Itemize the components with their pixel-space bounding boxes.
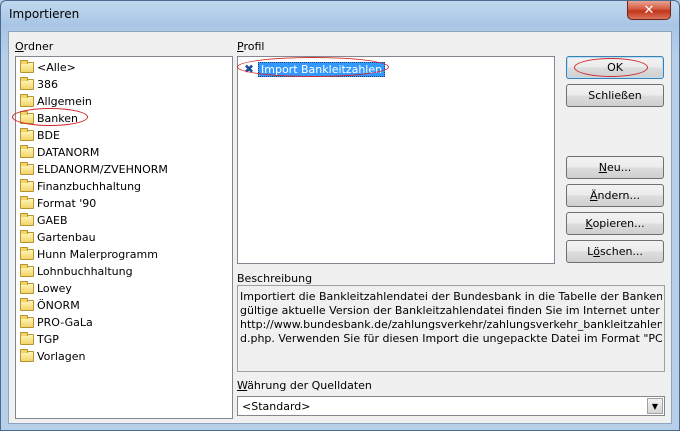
currency-select[interactable]: <Standard> ▼ <box>237 396 665 416</box>
folder-icon <box>20 144 34 158</box>
folder-item-alle[interactable]: <Alle> <box>20 59 76 75</box>
folder-icon <box>20 348 34 362</box>
folder-item-lohnbuchhaltung[interactable]: Lohnbuchhaltung <box>20 263 133 279</box>
folder-icon <box>20 229 34 243</box>
description-line: Importiert die Bankleitzahlendatei der B… <box>240 290 662 303</box>
profile-item-import-bankleitzahlen[interactable]: ✖ Import Bankleitzahlen <box>242 61 386 77</box>
folder-icon <box>20 280 34 294</box>
folder-icon <box>20 212 34 226</box>
folder-item-oenorm[interactable]: ÖNORM <box>20 297 80 313</box>
profile-list-label: Profil <box>237 40 265 53</box>
currency-select-value: <Standard> <box>242 400 311 413</box>
description-box: Importiert die Bankleitzahlendatei der B… <box>237 285 665 372</box>
folder-icon <box>20 297 34 311</box>
folder-icon <box>20 178 34 192</box>
copy-button[interactable]: Kopieren... <box>566 212 664 235</box>
folder-icon <box>20 110 34 124</box>
folder-item-eldanorm[interactable]: ELDANORM/ZVEHNORM <box>20 161 168 177</box>
folder-item-pro-gala[interactable]: PRO-GaLa <box>20 314 93 330</box>
folder-list-label: Ordner <box>15 40 54 53</box>
description-line: gültige aktuelle Version der Bankleitzah… <box>240 304 660 317</box>
folder-icon <box>20 246 34 260</box>
ok-button[interactable]: OK <box>566 56 664 79</box>
folder-icon <box>20 331 34 345</box>
folder-item-lowey[interactable]: Lowey <box>20 280 72 296</box>
folder-icon <box>20 127 34 141</box>
description-label: Beschreibung <box>237 272 313 285</box>
chevron-down-icon[interactable]: ▼ <box>647 398 663 414</box>
folder-item-vorlagen[interactable]: Vorlagen <box>20 348 85 364</box>
folder-icon <box>20 93 34 107</box>
folder-icon <box>20 314 34 328</box>
folder-item-gaeb[interactable]: GAEB <box>20 212 68 228</box>
close-window-button[interactable]: ✕ <box>627 1 671 20</box>
import-profile-icon: ✖ <box>243 62 255 76</box>
folder-icon <box>20 195 34 209</box>
folder-item-banken[interactable]: Banken <box>20 110 78 126</box>
folder-item-tgp[interactable]: TGP <box>20 331 59 347</box>
window-title: Importieren <box>9 7 80 21</box>
folder-item-format90[interactable]: Format '90 <box>20 195 96 211</box>
close-icon: ✕ <box>643 2 655 18</box>
folder-item-hunn-malerprogramm[interactable]: Hunn Malerprogramm <box>20 246 158 262</box>
delete-button[interactable]: Lö schen... <box>566 240 664 263</box>
folder-icon <box>20 76 34 90</box>
folder-item-allgemein[interactable]: Allgemein <box>20 93 92 109</box>
folder-icon <box>20 263 34 277</box>
profile-list[interactable]: ✖ Import Bankleitzahlen <box>237 56 555 264</box>
folder-item-finanzbuchhaltung[interactable]: Finanzbuchhaltung <box>20 178 141 194</box>
folder-icon <box>20 59 34 73</box>
folder-item-386[interactable]: 386 <box>20 76 58 92</box>
close-button[interactable]: Schließen <box>566 84 664 107</box>
folder-item-bde[interactable]: BDE <box>20 127 60 143</box>
description-line: d.php. Verwenden Sie für diesen Import d… <box>240 332 662 345</box>
currency-label: Währung der Quelldaten <box>237 379 372 392</box>
new-button[interactable]: Neu... <box>566 156 664 179</box>
edit-button[interactable]: Ändern... <box>566 184 664 207</box>
dialog-client-area: Ordner <Alle> 386 Allgemein Banken BDE D… <box>8 31 672 424</box>
import-dialog: Importieren ✕ Ordner <Alle> 386 Allgemei… <box>0 0 680 431</box>
folder-item-gartenbau[interactable]: Gartenbau <box>20 229 96 245</box>
folder-item-datanorm[interactable]: DATANORM <box>20 144 99 160</box>
folder-icon <box>20 161 34 175</box>
description-line: http://www.bundesbank.de/zahlungsverkehr… <box>240 318 662 331</box>
folder-list[interactable]: <Alle> 386 Allgemein Banken BDE DATANORM… <box>15 56 233 419</box>
title-bar[interactable]: Importieren ✕ <box>1 1 679 27</box>
